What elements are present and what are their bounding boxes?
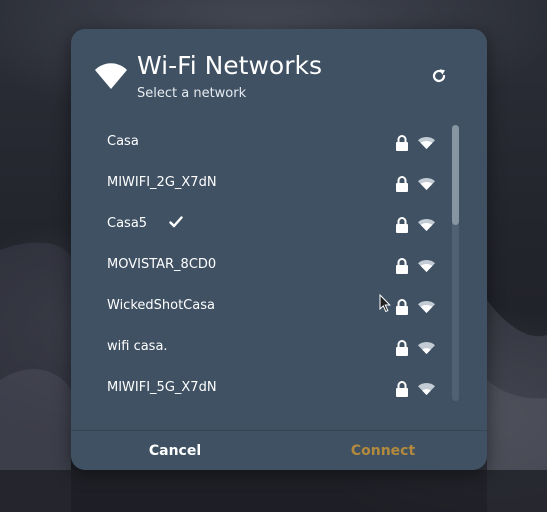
network-row[interactable]: MOVISTAR_8CD0	[91, 245, 447, 286]
scrollbar-thumb[interactable]	[452, 125, 459, 225]
network-row[interactable]: MIWIFI_5G_X7dN	[91, 368, 447, 409]
network-row[interactable]: MIWIFI_2G_X7dN	[91, 163, 447, 204]
wifi-signal-icon	[418, 342, 435, 354]
lock-icon	[396, 258, 408, 274]
network-name: MIWIFI_5G_X7dN	[107, 380, 217, 395]
wifi-signal-icon	[418, 260, 435, 272]
dialog-subtitle: Select a network	[137, 86, 247, 101]
wifi-networks-dialog: Wi-Fi Networks Select a network Casa MIW…	[71, 29, 487, 470]
dialog-title: Wi-Fi Networks	[137, 51, 322, 80]
wifi-signal-icon	[418, 383, 435, 395]
lock-icon	[396, 381, 408, 397]
network-list: Casa MIWIFI_2G_X7dN Casa5 MOVISTAR_8CD0 …	[91, 122, 447, 409]
network-name: Casa	[107, 134, 139, 149]
cancel-button[interactable]: Cancel	[71, 431, 279, 470]
connect-button[interactable]: Connect	[279, 431, 487, 470]
network-name: MIWIFI_2G_X7dN	[107, 175, 217, 190]
lock-icon	[396, 299, 408, 315]
network-row[interactable]: Casa	[91, 122, 447, 163]
lock-icon	[396, 340, 408, 356]
wifi-signal-icon	[418, 301, 435, 313]
network-name: Casa5	[107, 216, 148, 231]
network-row[interactable]: Casa5	[91, 204, 447, 245]
mouse-pointer-icon	[379, 294, 391, 313]
checkmark-icon	[169, 216, 183, 228]
wifi-signal-icon	[418, 219, 435, 231]
wifi-signal-icon	[418, 178, 435, 190]
network-name: wifi casa.	[107, 339, 168, 354]
network-row[interactable]: WickedShotCasa	[91, 286, 447, 327]
network-name: MOVISTAR_8CD0	[107, 257, 217, 272]
network-list-scrollbar[interactable]	[452, 125, 459, 401]
wifi-signal-icon	[418, 137, 435, 149]
lock-icon	[396, 135, 408, 151]
network-row[interactable]: wifi casa.	[91, 327, 447, 368]
wifi-icon	[95, 63, 127, 89]
network-name: WickedShotCasa	[107, 298, 215, 313]
lock-icon	[396, 217, 408, 233]
lock-icon	[396, 176, 408, 192]
refresh-icon[interactable]	[431, 68, 447, 84]
